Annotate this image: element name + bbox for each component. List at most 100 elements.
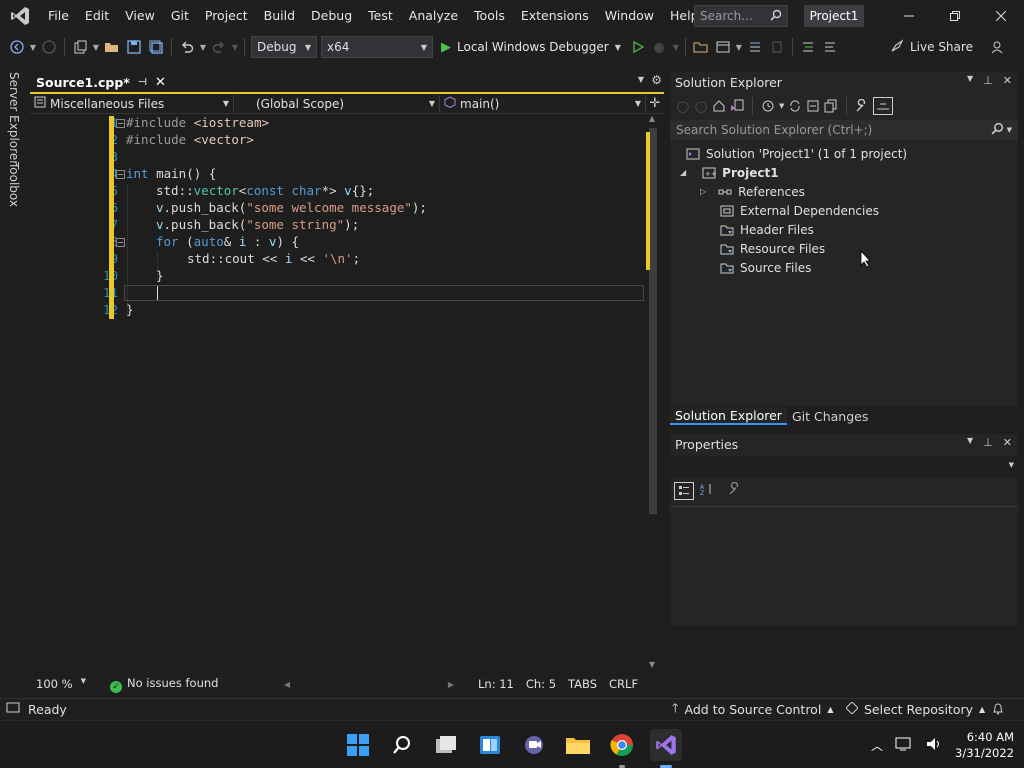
menu-file[interactable]: File <box>40 0 77 32</box>
editor-vertical-scrollbar[interactable]: ▲ ▼ <box>646 114 662 674</box>
menu-build[interactable]: Build <box>256 0 303 32</box>
chevron-down-icon[interactable]: ▼ <box>779 102 784 110</box>
zoom-select[interactable]: 100 % ▼ <box>30 677 92 691</box>
collapse-main-icon[interactable]: − <box>116 170 125 179</box>
chevron-left-icon[interactable]: ◀ <box>284 680 290 689</box>
minimize-window-button[interactable] <box>886 0 932 32</box>
system-clock[interactable]: 6:40 AM 3/31/2022 <box>955 729 1014 761</box>
menu-extensions[interactable]: Extensions <box>513 0 597 32</box>
column-indicator[interactable]: Ch: 5 <box>520 677 562 691</box>
home-icon[interactable] <box>712 99 726 113</box>
code-editor[interactable]: 1 2 3 4 5 6 7 8 9 10 11 12 − − − #includ… <box>30 114 664 676</box>
indentation-indicator[interactable]: TABS <box>562 677 603 691</box>
properties-wrench-icon[interactable] <box>855 99 869 113</box>
chevron-down-icon[interactable]: ▼ <box>649 660 655 669</box>
menu-window[interactable]: Window <box>597 0 662 32</box>
teams-chat-icon[interactable] <box>518 729 550 761</box>
undo-dropdown-icon[interactable]: ▼ <box>198 36 208 58</box>
new-item-dropdown-icon[interactable]: ▼ <box>91 36 101 58</box>
solution-configuration-select[interactable]: Debug ▼ <box>251 36 317 58</box>
member-dropdown[interactable]: main() ▼ <box>440 94 646 113</box>
global-search-box[interactable]: Search... <box>694 5 788 27</box>
redo-dropdown-icon[interactable]: ▼ <box>230 36 240 58</box>
global-scope-dropdown[interactable]: (Global Scope) ▼ <box>234 94 440 113</box>
visual-studio-logo-icon[interactable] <box>0 0 40 32</box>
line-indicator[interactable]: Ln: 11 <box>472 677 520 691</box>
select-repository-button[interactable]: Select Repository ▲ <box>845 701 985 717</box>
project-scope-dropdown[interactable]: Miscellaneous Files ▼ <box>30 94 234 113</box>
tree-project-node[interactable]: ◢ ++ Project1 <box>680 163 779 182</box>
task-view-icon[interactable] <box>430 729 462 761</box>
network-icon[interactable] <box>895 736 913 755</box>
hot-reload-icon[interactable] <box>649 36 671 58</box>
tab-git-changes[interactable]: Git Changes <box>787 407 873 425</box>
redo-icon[interactable] <box>208 36 230 58</box>
pin-icon[interactable]: ⊥ <box>983 436 993 449</box>
pin-icon[interactable]: ⊥ <box>983 74 993 87</box>
pin-icon[interactable]: ⊣ <box>138 77 147 88</box>
close-icon[interactable]: ✕ <box>1003 436 1012 449</box>
layout-dropdown-icon[interactable]: ▼ <box>734 36 744 58</box>
hot-reload-dropdown-icon[interactable]: ▼ <box>671 36 681 58</box>
collapse-for-icon[interactable]: − <box>116 238 125 247</box>
tree-solution-node[interactable]: Solution 'Project1' (1 of 1 project) <box>686 144 907 163</box>
undo-icon[interactable] <box>176 36 198 58</box>
chevron-up-icon[interactable]: ▲ <box>649 114 655 123</box>
sync-icon[interactable] <box>788 99 802 113</box>
comment-lines-icon[interactable] <box>797 36 819 58</box>
restore-window-button[interactable] <box>932 0 978 32</box>
navigate-forward-icon[interactable] <box>38 36 60 58</box>
menu-git[interactable]: Git <box>163 0 197 32</box>
feedback-icon[interactable] <box>986 36 1008 58</box>
solution-platform-select[interactable]: x64 ▼ <box>321 36 433 58</box>
tab-list-dropdown-icon[interactable]: ▼ <box>638 75 644 84</box>
collapse-include-icon[interactable]: − <box>116 119 125 128</box>
issues-indicator[interactable]: ✓ No issues found <box>104 676 284 693</box>
show-all-files-icon[interactable] <box>824 99 838 113</box>
expanded-triangle-icon[interactable]: ◢ <box>680 168 686 177</box>
tree-item-resource-files[interactable]: Resource Files <box>720 239 825 258</box>
line-ending-indicator[interactable]: CRLF <box>603 677 644 691</box>
tab-source1-cpp[interactable]: Source1.cpp* ⊣ ✕ <box>32 72 166 94</box>
file-explorer-icon[interactable] <box>562 729 594 761</box>
chrome-icon[interactable] <box>606 729 638 768</box>
new-project-icon[interactable] <box>69 36 91 58</box>
menu-project[interactable]: Project <box>197 0 256 32</box>
notifications-bell-icon[interactable] <box>992 702 1004 718</box>
tree-item-external-dependencies[interactable]: External Dependencies <box>720 201 879 220</box>
navigate-back-dropdown-icon[interactable]: ▼ <box>28 36 38 58</box>
uncomment-lines-icon[interactable] <box>819 36 841 58</box>
save-icon[interactable] <box>123 36 145 58</box>
preview-selected-items-icon[interactable] <box>873 97 894 115</box>
horizontal-scrollbar[interactable]: ◀ ▶ <box>284 677 454 691</box>
pending-changes-filter-icon[interactable] <box>761 99 775 113</box>
menu-tools[interactable]: Tools <box>466 0 513 32</box>
tab-solution-explorer[interactable]: Solution Explorer <box>670 407 787 425</box>
menu-test[interactable]: Test <box>360 0 401 32</box>
chevron-down-icon[interactable]: ▼ <box>967 74 973 87</box>
project-name-badge[interactable]: Project1 <box>804 5 864 27</box>
chevron-down-icon[interactable]: ▼ <box>967 436 973 449</box>
chevron-down-icon[interactable]: ▼ <box>1007 126 1012 134</box>
toolbox-tab[interactable]: Toolbox <box>7 162 21 207</box>
switch-views-icon[interactable] <box>730 99 744 113</box>
forward-icon[interactable]: ◯ <box>694 99 708 113</box>
close-window-button[interactable] <box>978 0 1024 32</box>
save-all-icon[interactable] <box>145 36 167 58</box>
collapsed-triangle-icon[interactable]: ▷ <box>700 187 706 196</box>
navigate-back-icon[interactable] <box>6 36 28 58</box>
menu-edit[interactable]: Edit <box>77 0 117 32</box>
open-folder-icon[interactable] <box>101 36 123 58</box>
chevron-right-icon[interactable]: ▶ <box>448 680 454 689</box>
categorized-icon[interactable] <box>674 482 694 500</box>
alphabetical-icon[interactable]: AZ <box>700 482 714 496</box>
close-icon[interactable]: ✕ <box>1003 74 1012 87</box>
start-without-debugging-icon[interactable] <box>627 36 649 58</box>
property-pages-wrench-icon[interactable] <box>728 482 742 496</box>
chevron-up-icon[interactable]: ︿ <box>871 737 883 754</box>
menu-analyze[interactable]: Analyze <box>401 0 466 32</box>
layout-icon[interactable] <box>712 36 734 58</box>
live-share-button[interactable]: Live Share <box>890 36 973 58</box>
server-explorer-tab[interactable]: Server Explorer <box>7 72 21 165</box>
search-icon[interactable] <box>386 729 418 761</box>
